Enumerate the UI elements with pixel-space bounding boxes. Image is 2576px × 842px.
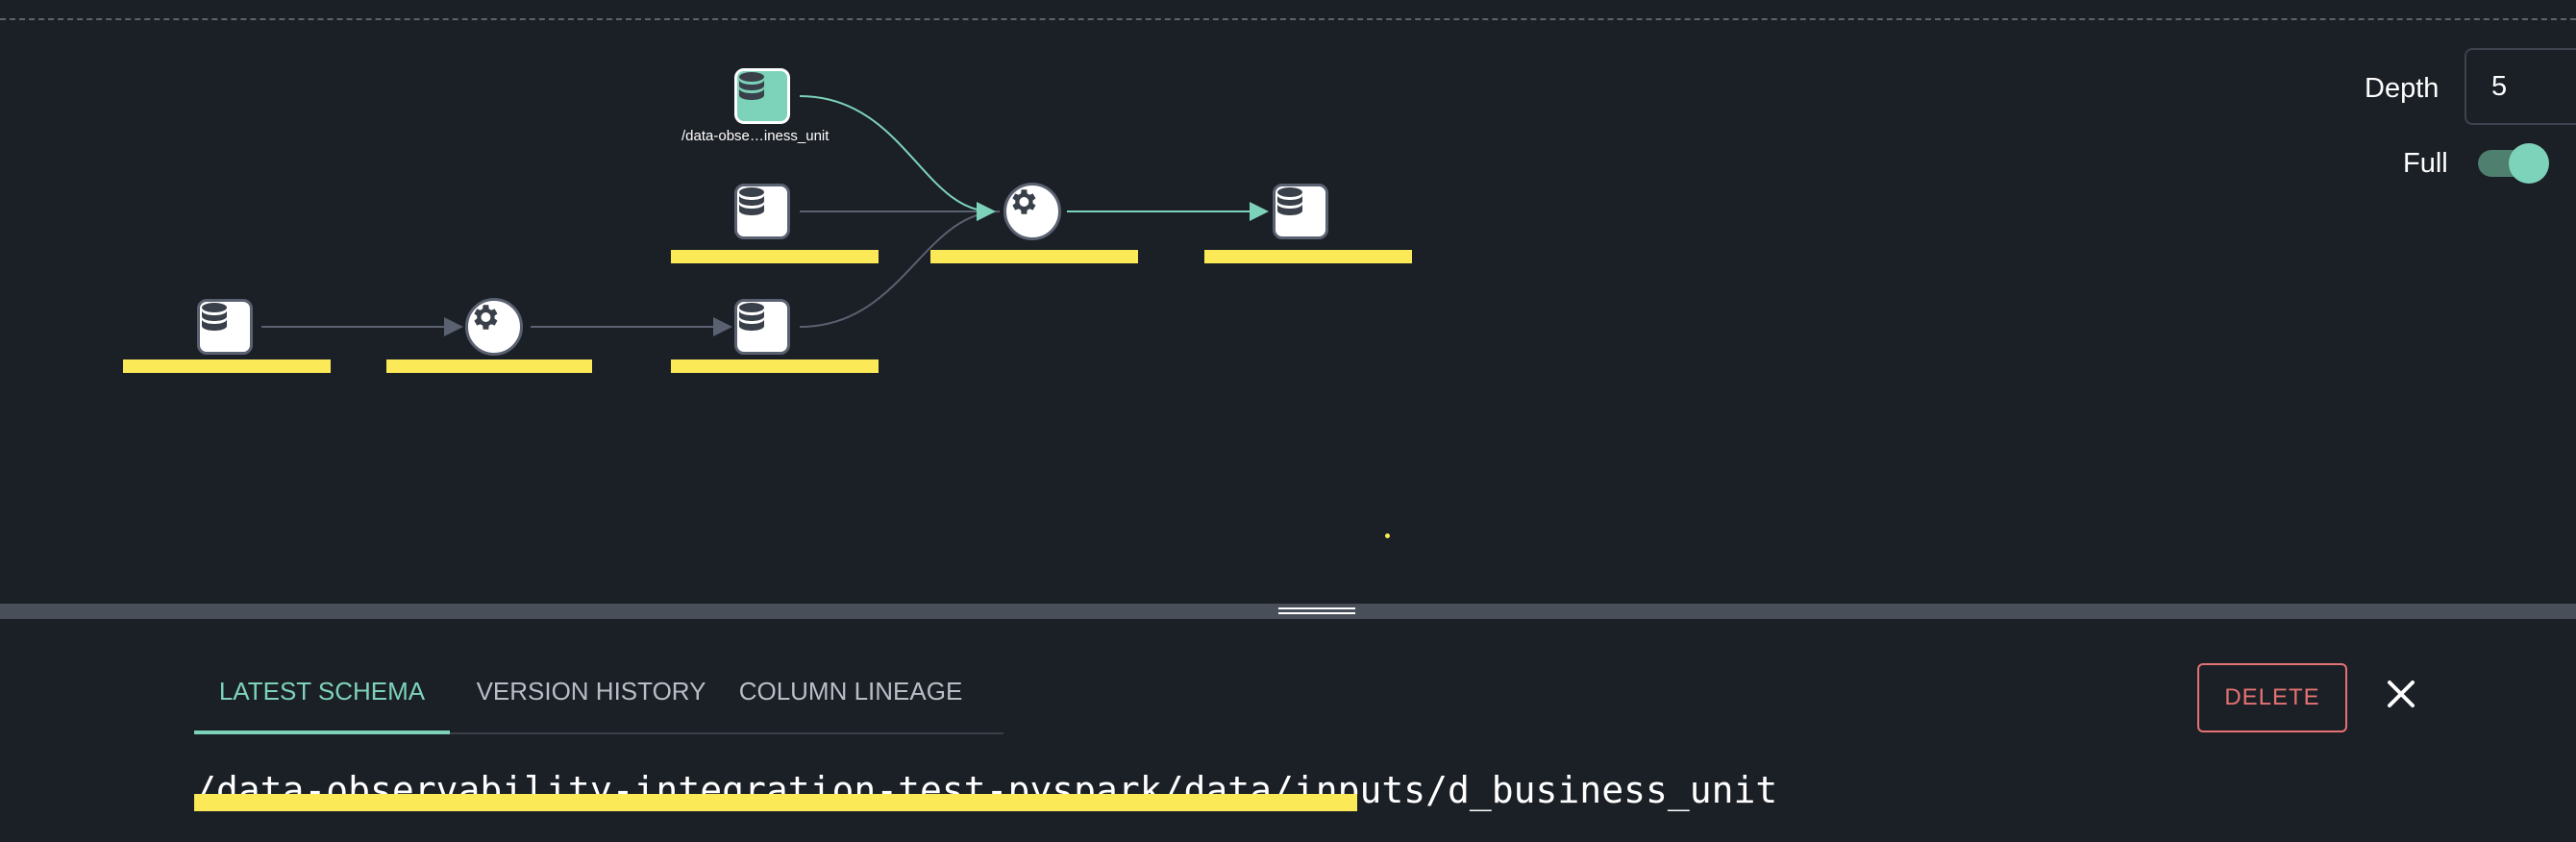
tab-version-history[interactable]: VERSION HISTORY: [473, 661, 709, 731]
database-icon: [739, 303, 764, 331]
close-icon[interactable]: [2382, 675, 2420, 713]
graph-marker-dot: [1385, 533, 1390, 538]
tab-latest-schema[interactable]: LATEST SCHEMA: [194, 661, 450, 734]
edge-selected-job2: [799, 95, 996, 221]
gear-icon: [474, 305, 498, 330]
node-label-redaction: [671, 250, 879, 263]
dataset-node[interactable]: [734, 184, 790, 239]
depth-input[interactable]: 5: [2465, 48, 2576, 125]
edge-ds2-job2: [799, 210, 1001, 328]
dataset-node-selected[interactable]: [734, 68, 790, 124]
delete-button[interactable]: DELETE: [2197, 663, 2347, 732]
full-toggle-thumb[interactable]: [2509, 143, 2549, 184]
lineage-graph[interactable]: /data-obse…iness_unit: [0, 0, 2576, 604]
graph-edges: [261, 95, 1269, 336]
node-label-redaction: [123, 359, 331, 373]
details-panel: LATEST SCHEMA VERSION HISTORY COLUMN LIN…: [0, 619, 2576, 842]
node-label-redaction: [930, 250, 1138, 263]
depth-label: Depth: [2365, 73, 2440, 104]
tab-column-lineage[interactable]: COLUMN LINEAGE: [729, 661, 973, 731]
dataset-node[interactable]: [734, 299, 790, 355]
node-label-redaction: [386, 359, 592, 373]
job-node[interactable]: [1003, 183, 1061, 240]
resize-grip-icon[interactable]: [1278, 607, 1355, 615]
database-icon: [739, 72, 764, 100]
node-label: /data-obse…iness_unit: [681, 128, 830, 144]
dataset-node[interactable]: [1273, 184, 1328, 239]
full-label: Full: [2403, 148, 2448, 179]
dataset-node[interactable]: [197, 299, 253, 355]
tab-bar: LATEST SCHEMA VERSION HISTORY COLUMN LIN…: [194, 661, 1003, 734]
job-node[interactable]: [465, 298, 523, 356]
database-icon: [1277, 187, 1302, 215]
database-icon: [202, 303, 227, 331]
node-label-redaction: [1204, 250, 1412, 263]
dataset-path-redaction: [194, 794, 1357, 811]
gear-icon: [1012, 189, 1036, 214]
database-icon: [739, 187, 764, 215]
node-label-redaction: [671, 359, 879, 373]
